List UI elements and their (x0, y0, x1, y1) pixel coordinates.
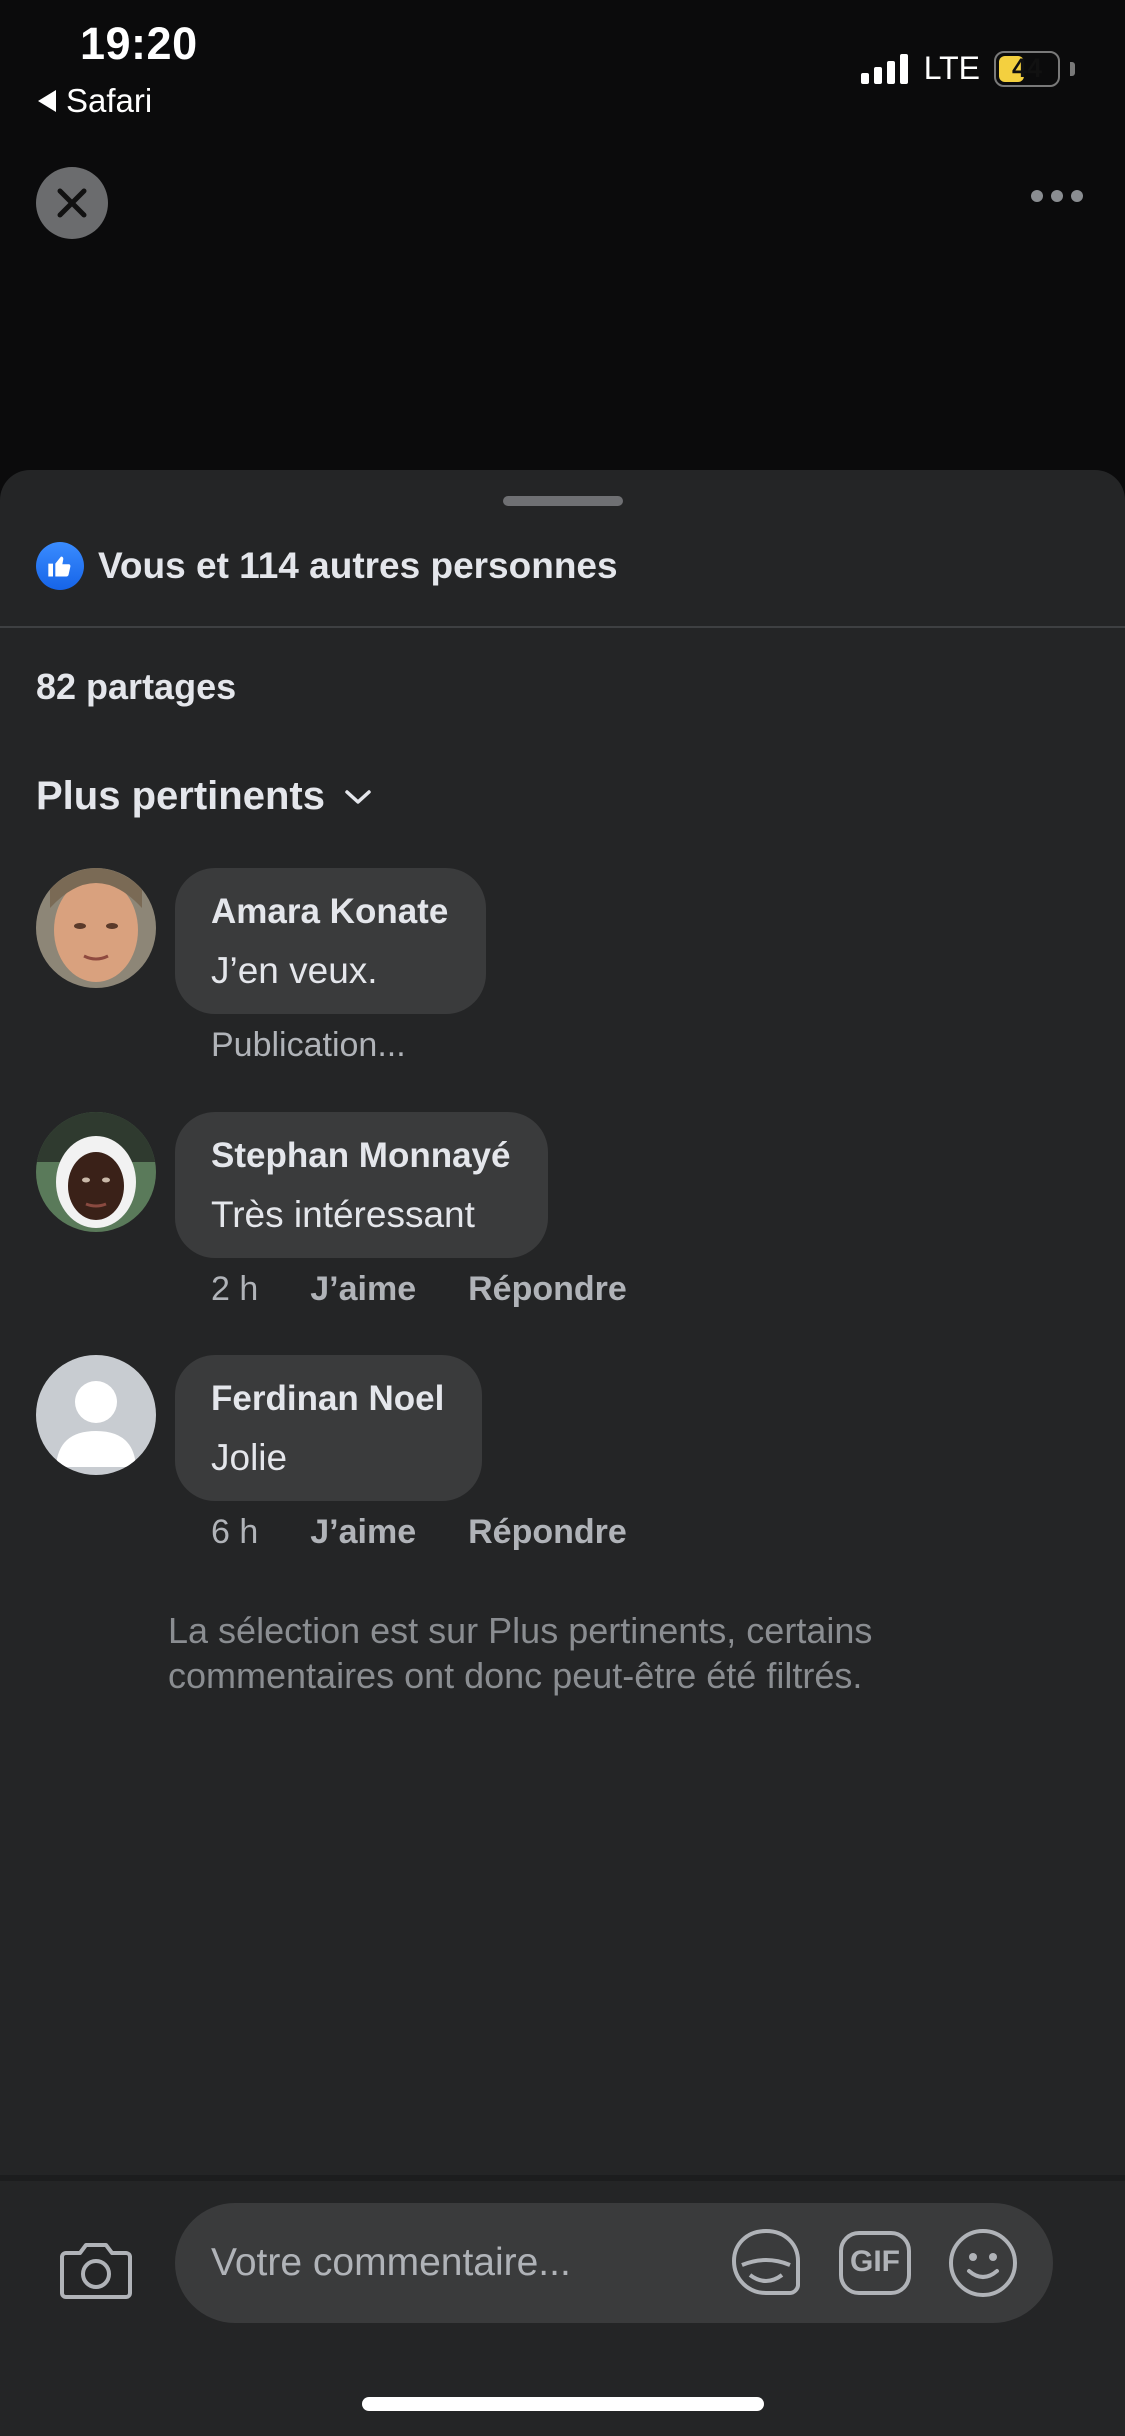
like-comment-button[interactable]: J’aime (310, 1513, 416, 1552)
battery-icon: 44 (994, 50, 1060, 87)
sticker-button[interactable] (728, 2225, 804, 2301)
emoji-button[interactable] (945, 2225, 1021, 2301)
back-triangle-icon (38, 90, 56, 112)
comment-item: Amara Konate J’en veux. Publication... (36, 868, 1086, 1068)
gif-label: GIF (850, 2245, 900, 2278)
comment-bubble[interactable]: Ferdinan Noel Jolie (175, 1355, 483, 1501)
close-icon (57, 188, 87, 218)
reactions-summary[interactable]: Vous et 114 autres personnes (36, 542, 618, 590)
back-app-label: Safari (66, 82, 153, 119)
comment-time[interactable]: 6 h (211, 1513, 258, 1552)
screen: 19:20 Safari LTE 44 Vous et 114 autres p… (0, 0, 1125, 2436)
comment-placeholder: Votre commentaire... (211, 2241, 571, 2284)
sort-dropdown[interactable]: Plus pertinents (36, 774, 373, 819)
comment-text: Jolie (211, 1437, 288, 1478)
camera-button[interactable] (56, 2229, 136, 2309)
comment-author[interactable]: Amara Konate (211, 892, 448, 932)
like-comment-button[interactable]: J’aime (310, 1270, 416, 1309)
more-icon (1031, 190, 1043, 202)
network-type: LTE (923, 50, 980, 86)
comment-meta: Publication... (211, 1026, 406, 1065)
default-avatar-icon (36, 1355, 156, 1475)
more-options-button[interactable] (1031, 190, 1083, 202)
comment-author[interactable]: Ferdinan Noel (211, 1379, 444, 1419)
reactions-text: Vous et 114 autres personnes (98, 545, 618, 586)
home-indicator[interactable] (362, 2397, 764, 2411)
gif-button[interactable]: GIF (837, 2225, 913, 2301)
reply-button[interactable]: Répondre (468, 1513, 627, 1552)
comment-item: Ferdinan Noel Jolie 6 h J’aime Répondre (36, 1355, 1086, 1555)
avatar[interactable] (36, 868, 156, 988)
chevron-down-icon (345, 789, 371, 804)
avatar[interactable] (36, 1112, 156, 1232)
comment-meta: 2 h J’aime Répondre (211, 1270, 627, 1309)
comment-item: Stephan Monnayé Très intéressant 2 h J’a… (36, 1112, 1086, 1312)
filter-note: La sélection est sur Plus pertinents, ce… (168, 1610, 873, 1696)
divider (0, 626, 1125, 628)
battery-percent: 44 (1011, 53, 1043, 83)
battery-nub (1070, 61, 1075, 76)
comment-input[interactable]: Votre commentaire... GIF (175, 2203, 1053, 2323)
status-indicators: LTE 44 (860, 50, 1075, 87)
comment-bubble[interactable]: Amara Konate J’en veux. (175, 868, 487, 1014)
comment-author[interactable]: Stephan Monnayé (211, 1136, 510, 1176)
status-time: 19:20 (80, 18, 198, 69)
sort-label: Plus pertinents (36, 774, 325, 818)
comment-status: Publication... (211, 1026, 406, 1064)
signal-icon (860, 53, 908, 84)
shares-count[interactable]: 82 partages (36, 666, 236, 708)
close-button[interactable] (36, 167, 108, 239)
comment-bubble[interactable]: Stephan Monnayé Très intéressant (175, 1112, 549, 1258)
like-icon (36, 542, 84, 590)
comment-text: J’en veux. (211, 950, 378, 991)
comments-sheet: Vous et 114 autres personnes 82 partages… (0, 470, 1125, 2436)
comment-time[interactable]: 2 h (211, 1270, 258, 1309)
reply-button[interactable]: Répondre (468, 1270, 627, 1309)
comment-meta: 6 h J’aime Répondre (211, 1513, 627, 1552)
sticker-icon (731, 2228, 800, 2295)
comment-text: Très intéressant (211, 1194, 475, 1235)
sheet-grabber[interactable] (503, 496, 623, 506)
avatar[interactable] (36, 1355, 156, 1475)
back-to-safari[interactable]: Safari (38, 82, 152, 120)
camera-icon (60, 2243, 132, 2299)
emoji-icon (949, 2229, 1017, 2297)
